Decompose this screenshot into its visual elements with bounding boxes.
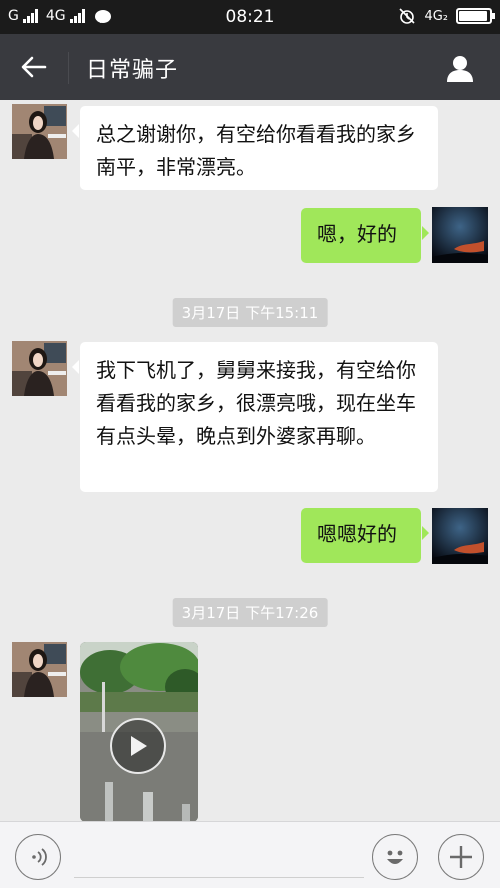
emoji-button[interactable] [372, 834, 418, 880]
voice-icon [32, 848, 47, 866]
mute-alarm-icon [399, 8, 416, 24]
message-input[interactable] [74, 840, 364, 878]
avatar-self[interactable] [432, 207, 488, 263]
avatar-photo-icon [12, 642, 67, 697]
message-bubble-outgoing[interactable]: 嗯嗯好的 [301, 508, 429, 563]
timestamp: 3月17日 下午15:11 [172, 298, 328, 327]
chat-header: 日常骗子 [0, 34, 500, 100]
message-bubble-incoming[interactable]: 我下飞机了，舅舅来接我，有空给你看看我的家乡，很漂亮哦，现在坐车有点头晕，晚点到… [72, 342, 438, 492]
avatar-self[interactable] [432, 508, 488, 564]
emoji-icon [387, 850, 403, 864]
status-bar: G 4G 08:21 4G₂ [0, 0, 500, 34]
avatar[interactable] [12, 642, 67, 697]
avatar[interactable] [12, 341, 67, 396]
arrow-left-icon [21, 56, 47, 78]
back-button[interactable] [14, 48, 54, 86]
avatar-photo-icon [432, 207, 488, 263]
chat-title: 日常骗子 [86, 58, 179, 83]
plus-icon [450, 846, 472, 868]
play-button[interactable] [110, 718, 166, 774]
video-message[interactable] [80, 642, 198, 822]
avatar-photo-icon [432, 508, 488, 564]
network-label: 4G₂ [424, 8, 448, 24]
message-text: 总之谢谢你，有空给你看看我的家乡南平，非常漂亮。 [96, 122, 416, 179]
message-text: 嗯嗯好的 [317, 522, 397, 546]
status-right: 4G₂ [398, 7, 495, 25]
avatar-photo-icon [12, 104, 67, 159]
input-bar [0, 821, 500, 888]
header-divider [68, 52, 69, 84]
message-text: 我下飞机了，舅舅来接我，有空给你看看我的家乡，很漂亮哦，现在坐车有点头晕，晚点到… [96, 358, 416, 448]
chat-info-button[interactable] [440, 49, 480, 87]
more-options-button[interactable] [438, 834, 484, 880]
timestamp: 3月17日 下午17:26 [172, 598, 328, 627]
battery-icon [456, 8, 495, 24]
avatar-photo-icon [12, 341, 67, 396]
message-bubble-incoming[interactable]: 总之谢谢你，有空给你看看我的家乡南平，非常漂亮。 [72, 106, 438, 190]
avatar[interactable] [12, 104, 67, 159]
play-icon [131, 736, 147, 756]
message-bubble-outgoing[interactable]: 嗯，好的 [301, 208, 429, 263]
user-icon [447, 56, 473, 82]
voice-input-button[interactable] [15, 834, 61, 880]
message-text: 嗯，好的 [317, 222, 397, 246]
